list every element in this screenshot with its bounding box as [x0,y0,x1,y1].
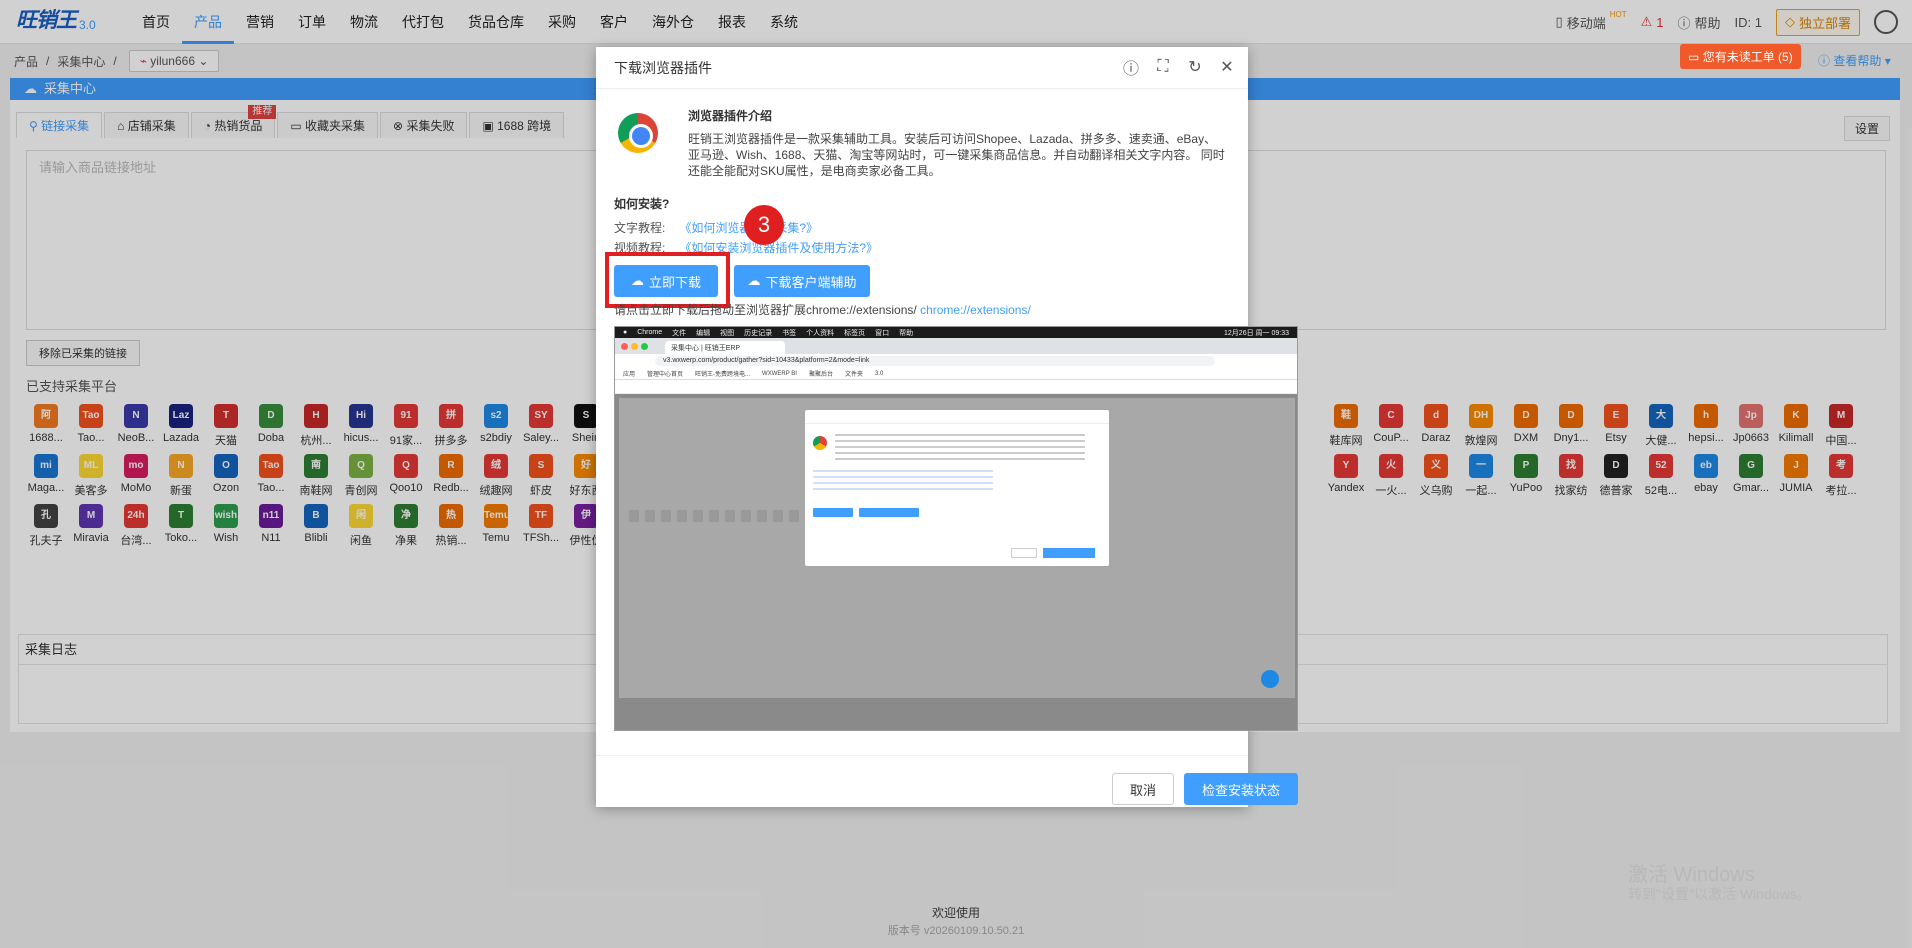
text-tutorial-row: 文字教程:《如何浏览器插件采集?》 [614,219,818,236]
check-install-label: 检查安装状态 [1201,782,1280,798]
check-install-button[interactable]: 检查安装状态 [1184,773,1298,805]
shot-menu-item: 书签 [782,329,797,337]
shot-menu-item: 窗口 [875,329,890,337]
footer-version: 版本号 v20260109.10.50.21 [887,925,1025,937]
shot-addressbar: v3.wxwerp.com/product/gather?sid=10433&p… [615,354,1297,368]
shot-bookmark: 聚聚后台 [808,372,833,378]
modal-header: 下载浏览器插件 ⓘ ⛶ ↻ ✕ [596,47,1248,89]
shot-menu-item: 标签页 [844,329,866,337]
install-guide-image: ● Chrome 文件 编辑 视图 历史记录 书签 个人资料 标签页 窗口 帮助 12月26日 周… [614,326,1298,731]
modal-footer: 取消 检查安装状态 [596,755,1298,807]
install-hint: 请点击立即下载后拖动至浏览器扩展chrome://extensions/ chr… [614,301,1031,318]
hint-text: 请点击立即下载后拖动至浏览器扩展chrome://extensions/ [614,303,917,317]
shot-bookmark: WXWERP BI [762,370,797,377]
shot-bookmark: 旺销王-免费跨境电... [695,372,751,378]
download-plugin-modal: 下载浏览器插件 ⓘ ⛶ ↻ ✕ 浏览器插件介绍 旺销王浏览器插件是一款采集辅助工… [596,47,1298,807]
shot-tabbar: 采集中心 | 旺销王ERP [615,338,1297,354]
text-tutorial-label: 文字教程: [614,221,666,235]
shot-bookmark: 3.0 [874,370,884,377]
shot-menu-item: 编辑 [696,329,711,337]
windows-watermark-sub: 转到"设置"以激活 Windows。 [1628,886,1811,902]
download-client-button[interactable]: ☁ 下载客户端辅助 [734,265,870,297]
cloud-download-icon: ☁ [747,273,761,288]
mac-menubar: ● Chrome 文件 编辑 视图 历史记录 书签 个人资料 标签页 窗口 帮助 [615,327,1297,338]
shot-menu-item: 视图 [720,329,735,337]
shot-app-nav [615,380,1297,394]
footer-welcome: 欢迎使用 [931,906,980,920]
highlight-box [605,252,730,308]
shot-clock: 12月26日 周一 09:33 [1224,330,1289,337]
cancel-label: 取消 [1129,782,1156,798]
traffic-lights [621,343,648,350]
fullscreen-icon[interactable]: ⛶ [1152,56,1174,78]
apple-icon: ● [623,329,628,336]
shot-bookmark: 文件夹 [844,372,863,378]
shot-menu-item: Chrome [637,329,663,336]
unread-ticket-badge[interactable]: ▭ 您有未读工单 (5) [1680,44,1801,69]
message-icon: ▭ [1688,50,1700,64]
cancel-button[interactable]: 取消 [1112,773,1174,805]
shot-menu-item: 历史记录 [744,329,773,337]
shot-url: v3.wxwerp.com/product/gather?sid=10433&p… [655,356,1215,366]
intro-title: 浏览器插件介绍 [688,109,773,123]
windows-watermark: 激活 Windows [1628,864,1755,886]
chrome-logo-icon [618,113,658,153]
shot-menu-item: 个人资料 [806,329,835,337]
shot-bookmarks: 应用 管理中心首页 旺销王-免费跨境电... WXWERP BI 聚聚后台 文件夹 3.0 [615,368,1297,380]
refresh-icon[interactable]: ↻ [1184,56,1206,78]
shot-bookmark: 应用 [623,372,636,378]
ticket-label: 您有未读工单 (5) [1702,50,1793,64]
download-client-label: 下载客户端辅助 [765,274,857,290]
how-to-install-title: 如何安装? [614,197,670,211]
shot-modal [805,410,1109,566]
close-icon[interactable]: ✕ [1216,56,1238,78]
extensions-link[interactable]: chrome://extensions/ [920,303,1031,317]
shot-menu-item: 文件 [672,329,687,337]
intro-description: 旺销王浏览器插件是一款采集辅助工具。安装后可访问Shopee、Lazada、拼多… [688,132,1225,178]
shot-bookmark: 管理中心首页 [647,372,684,378]
step-marker: 3 [744,205,784,245]
help-icon[interactable]: ⓘ [1120,56,1142,78]
modal-title: 下载浏览器插件 [614,59,712,76]
shot-tab: 采集中心 | 旺销王ERP [665,341,785,354]
shot-menu-item: 帮助 [899,329,914,337]
